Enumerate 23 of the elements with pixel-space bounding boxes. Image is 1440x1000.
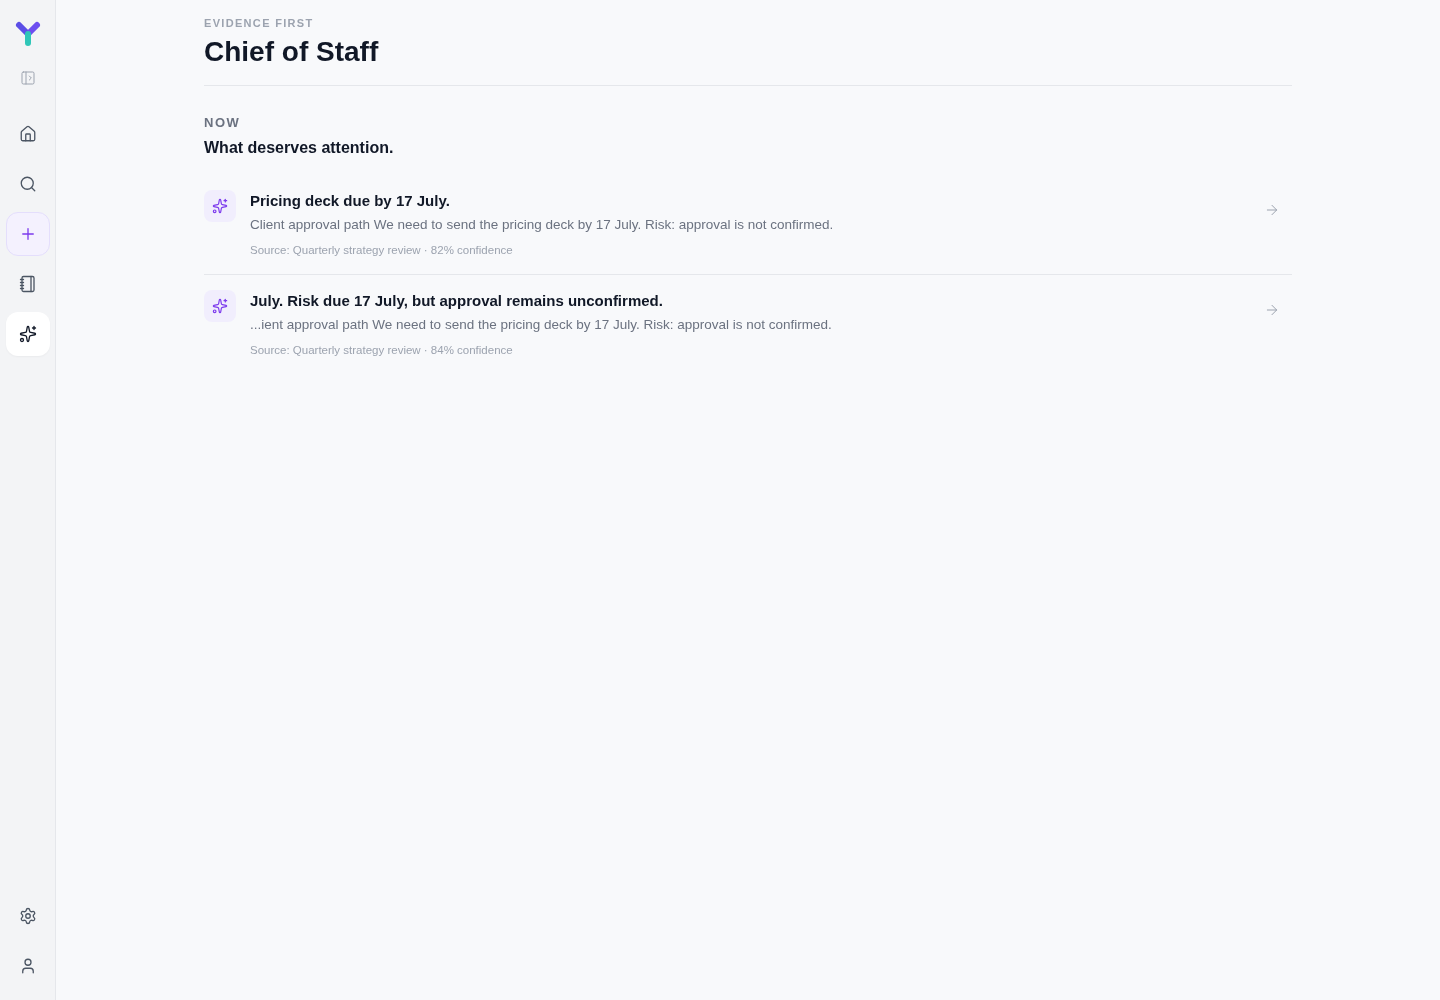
item-title: Pricing deck due by 17 July. — [250, 191, 451, 211]
sparkles-button[interactable] — [5, 312, 50, 356]
sparkles-icon — [204, 290, 236, 322]
add-button[interactable] — [5, 212, 50, 256]
logo-icon — [13, 20, 42, 48]
search-icon — [18, 175, 37, 193]
section-eyebrow: NOW — [204, 115, 242, 131]
arrow-right-icon[interactable] — [1264, 202, 1280, 218]
sparkles-icon — [18, 325, 37, 343]
item-source: Source: Quarterly strategy review · 82% confidence — [250, 243, 514, 258]
page-title: Chief of Staff — [204, 35, 380, 69]
page-eyebrow: EVIDENCE FIRST — [204, 17, 315, 29]
notebook-icon — [18, 275, 37, 293]
item-body: ...ient approval path We need to send the pricing deck by 17 July. Risk: approval is not confirmed. — [250, 316, 833, 334]
item-body: Client approval path We need to send the pricing deck by 17 July. Risk: approval is not confirmed. — [250, 216, 835, 234]
home-icon — [18, 125, 37, 143]
item-source: Source: Quarterly strategy review · 84% confidence — [250, 343, 514, 358]
sparkles-icon — [204, 190, 236, 222]
section-heading: What deserves attention. — [204, 138, 395, 158]
arrow-right-icon[interactable] — [1264, 302, 1280, 318]
panel-icon — [19, 70, 36, 86]
item-title: July. Risk due 17 July, but approval remains unconfirmed. — [250, 291, 664, 311]
settings-icon — [18, 907, 37, 925]
